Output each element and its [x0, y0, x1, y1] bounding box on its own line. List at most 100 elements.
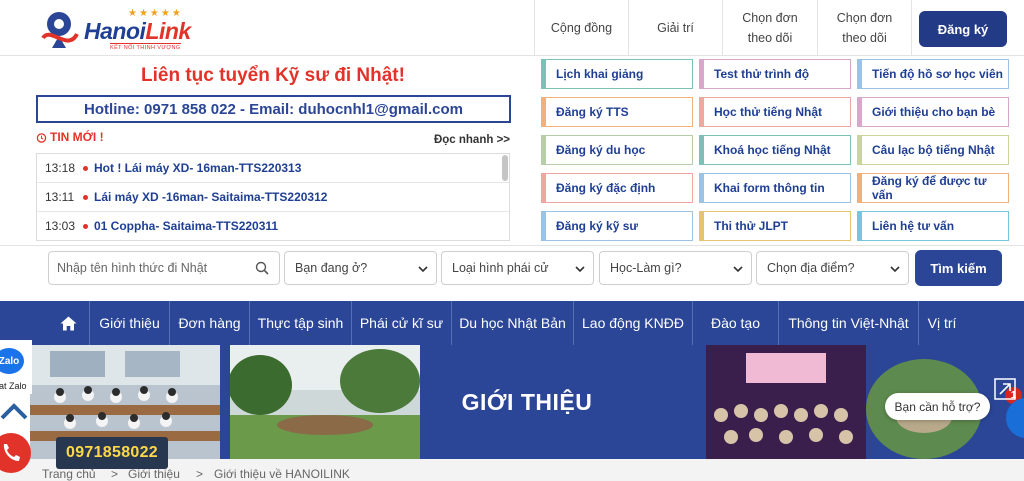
nav-specified-skill[interactable]: Lao động KNĐĐ [574, 301, 693, 345]
search-placeholder: Nhập tên hình thức đi Nhật [57, 261, 208, 275]
read-quick-link[interactable]: Đọc nhanh >> [434, 134, 510, 146]
zalo-chat-button[interactable]: Zalo at Zalo [0, 340, 32, 394]
nav-vn-jp-info-label: Thông tin Việt-Nhật [788, 315, 909, 331]
breadcrumb-about[interactable]: Giới thiệu [128, 467, 180, 481]
alarm-clock-icon [36, 132, 47, 143]
quick-link-item[interactable]: Giới thiệu cho bạn bè [857, 97, 1009, 127]
quick-link-item[interactable]: Đăng ký để được tư vấn [857, 173, 1009, 203]
top-nav: Cộng đồng Giải trí Chọn đơn theo dõi Chọn… [534, 0, 912, 56]
search-button[interactable]: Tìm kiếm [915, 250, 1002, 286]
scroll-up-icon[interactable] [0, 400, 28, 424]
nav-about-label: Giới thiệu [99, 315, 160, 331]
logo-word-hanoi: Hanoi [84, 18, 146, 44]
nav-training-label: Đào tạo [710, 315, 761, 331]
study-work-select[interactable]: Học-Làm gì? [599, 251, 752, 285]
chevron-down-icon [733, 266, 743, 273]
topnav-track-1-line1: Chọn đơn [742, 11, 798, 25]
location-select[interactable]: Bạn đang ở? [284, 251, 437, 285]
phone-number-badge[interactable]: 0971858022 [56, 437, 168, 469]
topnav-entertainment[interactable]: Giải trí [628, 0, 722, 56]
breadcrumb-home[interactable]: Trang chủ [42, 467, 96, 481]
news-time: 13:03 [45, 219, 76, 233]
search-bar: Nhập tên hình thức đi Nhật Bạn đang ở? L… [0, 245, 1024, 291]
logo-word-link: Link [145, 18, 191, 44]
nav-vn-jp-info[interactable]: Thông tin Việt-Nhật [779, 301, 919, 345]
dispatch-type-value: Loại hình phái cử [452, 261, 549, 275]
zalo-label: at Zalo [0, 381, 27, 391]
nav-location-label: Vị trí [927, 315, 957, 331]
quick-link-item[interactable]: Đăng ký du học [541, 135, 693, 165]
topnav-community-label: Cộng đồng [550, 21, 613, 35]
support-chat-bubble[interactable]: Bạn cần hỗ trợ? [885, 393, 990, 420]
register-button[interactable]: Đăng ký [919, 11, 1007, 47]
left-floating-widgets: Zalo at Zalo [0, 340, 32, 481]
news-title: Lái máy XD -16man- Saitaima-TTS220312 [94, 190, 328, 204]
nav-location[interactable]: Vị trí [919, 301, 965, 345]
place-select[interactable]: Chọn địa điểm? [756, 251, 909, 285]
quick-link-item[interactable]: Đăng ký TTS [541, 97, 693, 127]
news-new-label: TIN MỚI ! [36, 130, 104, 144]
news-title: 01 Coppha- Saitaima-TTS220311 [94, 219, 279, 233]
breadcrumb-current: Giới thiệu về HANOILINK [214, 467, 350, 481]
news-item[interactable]: 13:03 01 Coppha- Saitaima-TTS220311 [37, 212, 509, 240]
breadcrumb-separator: > [111, 467, 119, 481]
messenger-icon[interactable] [1004, 396, 1024, 440]
quick-link-item[interactable]: Lịch khai giảng [541, 59, 693, 89]
nav-training[interactable]: Đào tạo [693, 301, 779, 345]
quick-link-item[interactable]: Test thử trình độ [699, 59, 851, 89]
logo-mark-icon [41, 12, 79, 48]
quick-link-item[interactable]: Học thử tiếng Nhật [699, 97, 851, 127]
news-time: 13:11 [45, 190, 75, 204]
topnav-track-1-line2: theo dõi [747, 31, 793, 45]
main-nav: Giới thiệu Đơn hàng Thực tập sinh Phái c… [0, 301, 1024, 345]
chevron-down-icon [418, 266, 428, 273]
page-banner: GIỚI THIỆU [30, 345, 1024, 459]
location-select-value: Bạn đang ở? [295, 261, 368, 275]
topnav-track-order-1[interactable]: Chọn đơn theo dõi [722, 0, 817, 56]
search-icon[interactable] [255, 261, 269, 275]
quick-link-item[interactable]: Câu lạc bộ tiếng Nhật [857, 135, 1009, 165]
topnav-community[interactable]: Cộng đồng [534, 0, 628, 56]
logo-wordmark: HanoiLink [84, 18, 191, 45]
dispatch-type-select[interactable]: Loại hình phái cử [441, 251, 594, 285]
nav-orders[interactable]: Đơn hàng [170, 301, 250, 345]
nav-engineer[interactable]: Phái cử kĩ sư [352, 301, 452, 345]
home-icon [60, 316, 77, 330]
quick-link-item[interactable]: Tiến độ hồ sơ học viên [857, 59, 1009, 89]
zalo-icon: Zalo [0, 348, 24, 374]
quick-link-item[interactable]: Thi thử JLPT [699, 211, 851, 241]
news-scrollbar[interactable] [502, 155, 508, 181]
hotline-banner[interactable]: Hotline: 0971 858 022 - Email: duhocnhl1… [36, 95, 511, 123]
phone-call-icon[interactable] [0, 432, 32, 474]
home-button[interactable] [48, 301, 90, 345]
news-time: 13:18 [45, 161, 76, 175]
nav-intern[interactable]: Thực tập sinh [250, 301, 352, 345]
site-logo[interactable]: ★★★★★ HanoiLink KẾT NỐI THỊNH VƯỢNG [40, 6, 210, 52]
quick-link-item[interactable]: Đăng ký kỹ sư [541, 211, 693, 241]
news-list: 13:18 Hot ! Lái máy XD- 16man-TTS220313 … [36, 153, 510, 241]
nav-study-japan[interactable]: Du học Nhật Bản [452, 301, 574, 345]
nav-intern-label: Thực tập sinh [257, 315, 344, 331]
bullet-dot-icon [83, 165, 88, 171]
place-select-value: Chọn địa điểm? [767, 261, 855, 275]
search-input[interactable]: Nhập tên hình thức đi Nhật [48, 251, 280, 285]
topnav-entertainment-label: Giải trí [657, 21, 694, 35]
quick-link-item[interactable]: Khai form thông tin [699, 173, 851, 203]
topnav-track-order-2[interactable]: Chọn đơn theo dõi [817, 0, 912, 56]
news-title: Hot ! Lái máy XD- 16man-TTS220313 [94, 161, 302, 175]
quick-link-item[interactable]: Đăng ký đặc định [541, 173, 693, 203]
news-item[interactable]: 13:18 Hot ! Lái máy XD- 16man-TTS220313 [37, 154, 509, 183]
news-header: TIN MỚI ! Đọc nhanh >> [36, 128, 510, 150]
bullet-dot-icon [83, 223, 88, 229]
quick-link-item[interactable]: Khoá học tiếng Nhật [699, 135, 851, 165]
nav-orders-label: Đơn hàng [178, 315, 241, 331]
news-new-text: TIN MỚI ! [50, 130, 104, 144]
chevron-down-icon [575, 266, 585, 273]
promo-headline: Liên tục tuyển Kỹ sư đi Nhật! [141, 65, 405, 86]
quick-link-item[interactable]: Liên hệ tư vấn [857, 211, 1009, 241]
logo-tagline: KẾT NỐI THỊNH VƯỢNG [110, 43, 181, 51]
news-item[interactable]: 13:11 Lái máy XD -16man- Saitaima-TTS220… [37, 183, 509, 212]
nav-about[interactable]: Giới thiệu [90, 301, 170, 345]
breadcrumb-separator: > [196, 467, 204, 481]
bullet-dot-icon [83, 194, 88, 200]
